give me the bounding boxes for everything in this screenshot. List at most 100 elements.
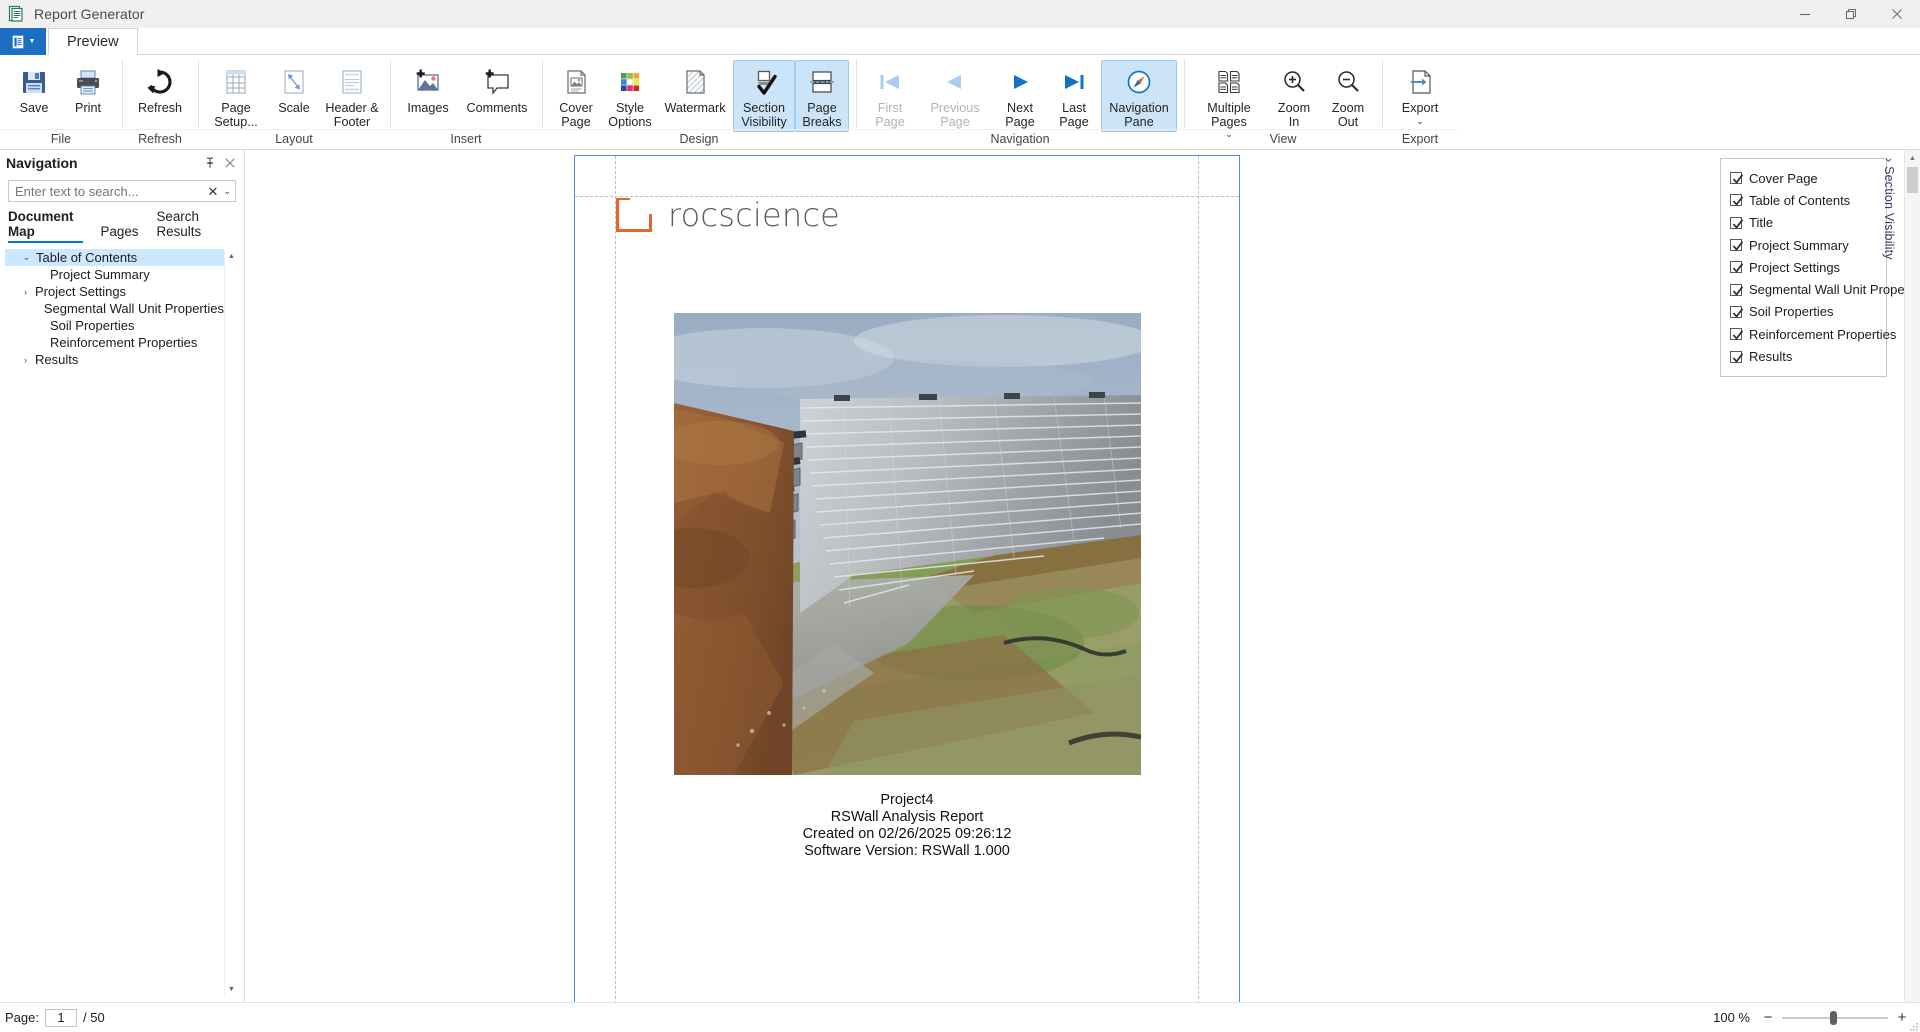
page-setup-button[interactable]: Page Setup... — [205, 60, 267, 132]
document-page[interactable]: rocscience Project4 RSWall Analysis Repo… — [574, 155, 1240, 1002]
first-page-button[interactable]: First Page — [863, 60, 917, 132]
section-visibility-item-cover-page[interactable]: Cover Page — [1730, 167, 1877, 189]
ribbon-group-file: Save Print File — [0, 55, 122, 149]
checkbox-checked-icon[interactable] — [1730, 261, 1744, 274]
zoom-in-icon — [1279, 65, 1309, 99]
section-visibility-item-project-summary[interactable]: Project Summary — [1730, 234, 1877, 256]
file-menu-button[interactable]: ▼ — [0, 28, 46, 55]
scroll-down-icon[interactable]: ▼ — [225, 982, 238, 996]
tree-item-table-of-contents[interactable]: ⌄ Table of Contents — [5, 249, 224, 266]
checkbox-checked-icon[interactable] — [1730, 172, 1744, 185]
document-viewer: rocscience Project4 RSWall Analysis Repo… — [245, 150, 1720, 1002]
print-button[interactable]: Print — [61, 60, 115, 119]
cover-text-block: Project4 RSWall Analysis Report Created … — [575, 792, 1239, 860]
zoom-in-button[interactable]: Zoom In — [1267, 60, 1321, 132]
scroll-up-icon[interactable]: ▲ — [225, 249, 238, 263]
images-button[interactable]: Images — [397, 60, 459, 119]
chevron-down-icon[interactable]: ⌄ — [19, 252, 34, 263]
restore-icon[interactable] — [1828, 0, 1874, 28]
zoom-slider-knob[interactable] — [1830, 1010, 1837, 1025]
navigation-pane-button[interactable]: Navigation Pane — [1101, 60, 1177, 132]
tree-item-soil-properties[interactable]: › Soil Properties — [5, 317, 224, 334]
checkbox-checked-icon[interactable] — [1730, 328, 1744, 341]
page-breaks-label: Page Breaks — [802, 101, 842, 129]
checkbox-checked-icon[interactable] — [1730, 239, 1744, 252]
zoom-slider[interactable] — [1782, 1010, 1888, 1026]
first-page-icon — [875, 65, 905, 99]
tab-document-map[interactable]: Document Map — [8, 209, 92, 243]
close-icon[interactable] — [222, 155, 238, 171]
zoom-out-button[interactable]: − — [1760, 1009, 1776, 1026]
last-page-button[interactable]: Last Page — [1047, 60, 1101, 132]
scrollbar-thumb[interactable] — [1907, 167, 1918, 193]
minimize-icon[interactable] — [1782, 0, 1828, 28]
watermark-icon — [680, 65, 710, 99]
page-number-input[interactable]: 1 — [44, 1008, 77, 1027]
tree-item-label: Segmental Wall Unit Properties — [43, 301, 224, 316]
search-input[interactable] — [15, 183, 204, 199]
resize-grip-icon[interactable] — [1907, 1019, 1919, 1031]
section-visibility-item-title[interactable]: Title — [1730, 212, 1877, 234]
section-visibility-item-label: Cover Page — [1749, 170, 1818, 186]
close-icon[interactable] — [1874, 0, 1920, 28]
export-button[interactable]: Export ⌄ — [1389, 60, 1451, 128]
tree-item-project-summary[interactable]: › Project Summary — [5, 266, 224, 283]
pin-icon[interactable] — [202, 155, 218, 171]
zoom-out-icon — [1333, 65, 1363, 99]
refresh-button[interactable]: Refresh — [129, 60, 191, 119]
comments-icon — [482, 65, 512, 99]
tree-item-reinforcement-properties[interactable]: › Reinforcement Properties — [5, 334, 224, 351]
section-visibility-item-segmental-wall-unit-properties[interactable]: Segmental Wall Unit Properties — [1730, 278, 1920, 300]
cover-page-button[interactable]: Cover Page — [549, 60, 603, 132]
tree-item-segmental-wall-unit-properties[interactable]: › Segmental Wall Unit Properties — [5, 300, 224, 317]
comments-button[interactable]: Comments — [459, 60, 535, 119]
section-visibility-item-project-settings[interactable]: Project Settings — [1730, 256, 1877, 278]
page-breaks-button[interactable]: Page Breaks — [795, 60, 849, 132]
chevron-right-icon[interactable]: › — [18, 355, 33, 365]
checkbox-checked-icon[interactable] — [1730, 216, 1744, 229]
section-visibility-item-table-of-contents[interactable]: Table of Contents — [1730, 189, 1877, 211]
style-options-button[interactable]: Style Options — [603, 60, 657, 132]
navigation-tabs: Document Map Pages Search Results — [0, 202, 244, 243]
tree-item-project-settings[interactable]: › Project Settings — [5, 283, 224, 300]
checkbox-checked-icon[interactable] — [1730, 194, 1744, 207]
tree-item-results[interactable]: › Results — [5, 351, 224, 368]
file-menu-caret-icon: ▼ — [28, 38, 36, 45]
tab-search-results[interactable]: Search Results — [147, 209, 236, 243]
section-visibility-button[interactable]: Section Visibility — [733, 60, 795, 132]
tab-pages[interactable]: Pages — [92, 224, 148, 243]
document-map-tree: ⌄ Table of Contents › Project Summary › … — [5, 249, 224, 996]
next-page-button[interactable]: Next Page — [993, 60, 1047, 132]
title-bar: Report Generator — [0, 0, 1920, 28]
checkbox-checked-icon[interactable] — [1730, 350, 1744, 363]
checkbox-checked-icon[interactable] — [1730, 305, 1744, 318]
chevron-down-icon[interactable]: ⌄ — [222, 186, 231, 197]
page-setup-icon — [221, 65, 251, 99]
report-generator-window: Report Generator ▼ Preview Save Print Fi… — [0, 0, 1920, 1032]
scale-icon — [279, 65, 309, 99]
navigation-tree-scrollbar[interactable]: ▲ ▼ — [224, 249, 238, 996]
section-visibility-item-results[interactable]: Results — [1730, 345, 1877, 367]
cover-line-project: Project4 — [880, 792, 934, 808]
scale-button[interactable]: Scale — [267, 60, 321, 119]
header-footer-button[interactable]: Header & Footer — [321, 60, 383, 132]
zoom-out-button[interactable]: Zoom Out — [1321, 60, 1375, 132]
scroll-up-icon[interactable]: ▲ — [1905, 150, 1920, 166]
checkbox-checked-icon[interactable] — [1730, 283, 1744, 296]
document-canvas[interactable]: rocscience Project4 RSWall Analysis Repo… — [245, 150, 1720, 1002]
section-visibility-item-soil-properties[interactable]: Soil Properties — [1730, 301, 1877, 323]
previous-page-button[interactable]: Previous Page — [917, 60, 993, 132]
chevron-right-icon[interactable]: › — [18, 287, 33, 297]
section-visibility-side-tab[interactable]: › Section Visibility — [1880, 156, 1898, 262]
save-button[interactable]: Save — [7, 60, 61, 119]
search-box[interactable]: ✕ ⌄ — [8, 180, 236, 202]
watermark-button[interactable]: Watermark — [657, 60, 733, 119]
tree-item-label: Results — [35, 352, 79, 367]
clear-icon[interactable]: ✕ — [204, 185, 223, 198]
margin-guide-left — [615, 156, 616, 1002]
margin-guide-right — [1198, 156, 1199, 1002]
right-panel-scrollbar[interactable]: ▲ — [1904, 150, 1920, 1002]
page-setup-label: Page Setup... — [214, 101, 258, 129]
section-visibility-item-reinforcement-properties[interactable]: Reinforcement Properties — [1730, 323, 1896, 345]
tab-preview[interactable]: Preview — [48, 28, 138, 55]
